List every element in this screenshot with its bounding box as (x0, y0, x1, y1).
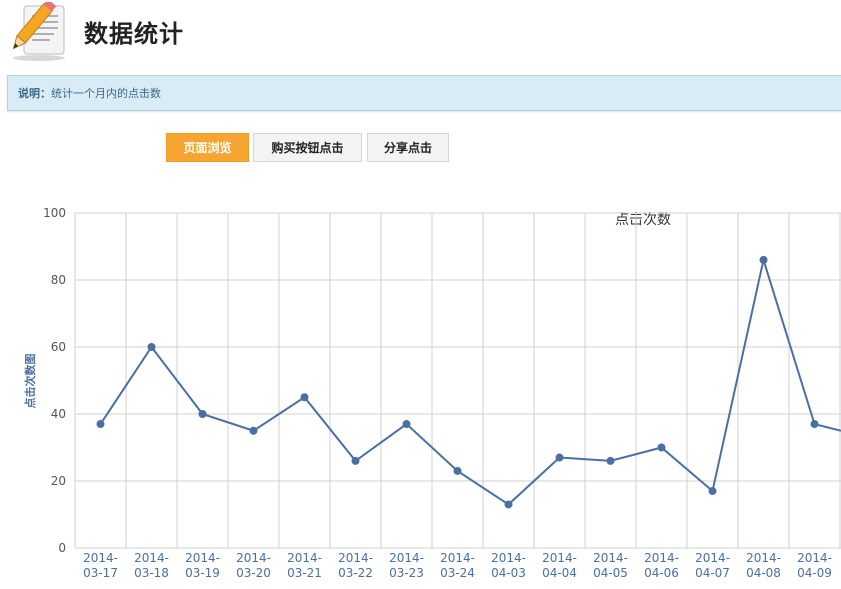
x-tick-label: 04-03 (491, 566, 526, 580)
x-tick-label: 2014- (440, 551, 475, 565)
x-tick-label: 2014- (746, 551, 781, 565)
x-tick-label: 03-18 (134, 566, 169, 580)
page-title: 数据统计 (84, 20, 184, 48)
x-tick-label: 03-22 (338, 566, 373, 580)
data-point (810, 420, 819, 429)
data-point (657, 443, 666, 452)
x-tick-label: 2014- (83, 551, 118, 565)
data-point (351, 456, 360, 465)
y-tick-label: 40 (51, 407, 66, 421)
data-point (504, 500, 513, 509)
x-tick-label: 2014- (389, 551, 424, 565)
x-tick-label: 2014- (134, 551, 169, 565)
pencil-notepad-icon (12, 2, 65, 61)
y-tick-label: 0 (58, 541, 66, 555)
info-label: 说明： (18, 87, 51, 100)
page-header: 数据统计 (0, 0, 841, 64)
line-chart: 点击次数020406080100点击次数图2014-03-172014-03-1… (23, 206, 841, 580)
tab-share-clicks[interactable]: 分享点击 (367, 133, 449, 162)
x-tick-label: 04-07 (695, 566, 730, 580)
x-tick-label: 2014- (185, 551, 220, 565)
data-point (555, 453, 564, 462)
info-bar: 说明：统计一个月内的点击数 (7, 75, 841, 111)
x-tick-label: 2014- (542, 551, 577, 565)
data-point (606, 456, 615, 465)
data-point (300, 393, 309, 402)
x-tick-label: 03-17 (83, 566, 118, 580)
data-point (96, 420, 105, 429)
y-axis-label: 点击次数图 (23, 354, 37, 409)
x-tick-label: 2014- (695, 551, 730, 565)
chart-title: 点击次数 (615, 212, 671, 228)
x-tick-label: 03-19 (185, 566, 220, 580)
x-tick-label: 04-05 (593, 566, 628, 580)
x-tick-label: 03-20 (236, 566, 271, 580)
x-tick-label: 04-08 (746, 566, 781, 580)
x-tick-label: 03-21 (287, 566, 322, 580)
x-tick-label: 04-04 (542, 566, 577, 580)
x-tick-label: 04-06 (644, 566, 679, 580)
x-tick-label: 2014- (491, 551, 526, 565)
x-tick-label: 04-09 (797, 566, 832, 580)
x-tick-label: 2014- (593, 551, 628, 565)
series-line (99, 256, 841, 506)
x-tick-label: 2014- (797, 551, 832, 565)
y-tick-label: 60 (51, 340, 66, 354)
x-tick-label: 03-24 (440, 566, 475, 580)
data-point (708, 487, 717, 496)
x-tick-label: 2014- (338, 551, 373, 565)
x-tick-label: 2014- (644, 551, 679, 565)
data-point (453, 466, 462, 475)
y-tick-label: 20 (51, 474, 66, 488)
x-tick-label: 2014- (236, 551, 271, 565)
tab-page-views[interactable]: 页面浏览 (166, 133, 249, 162)
data-point (198, 410, 207, 418)
y-tick-label: 100 (43, 206, 66, 220)
data-point (402, 420, 411, 429)
info-text: 说明：统计一个月内的点击数 (18, 85, 161, 101)
tab-buy-button-clicks[interactable]: 购买按钮点击 (253, 133, 362, 162)
x-tick-label: 2014- (287, 551, 322, 565)
data-point (147, 343, 156, 351)
data-point (759, 255, 768, 264)
info-description: 统计一个月内的点击数 (51, 87, 161, 100)
y-tick-label: 80 (51, 273, 66, 287)
data-point (249, 426, 258, 435)
x-tick-label: 03-23 (389, 566, 424, 580)
